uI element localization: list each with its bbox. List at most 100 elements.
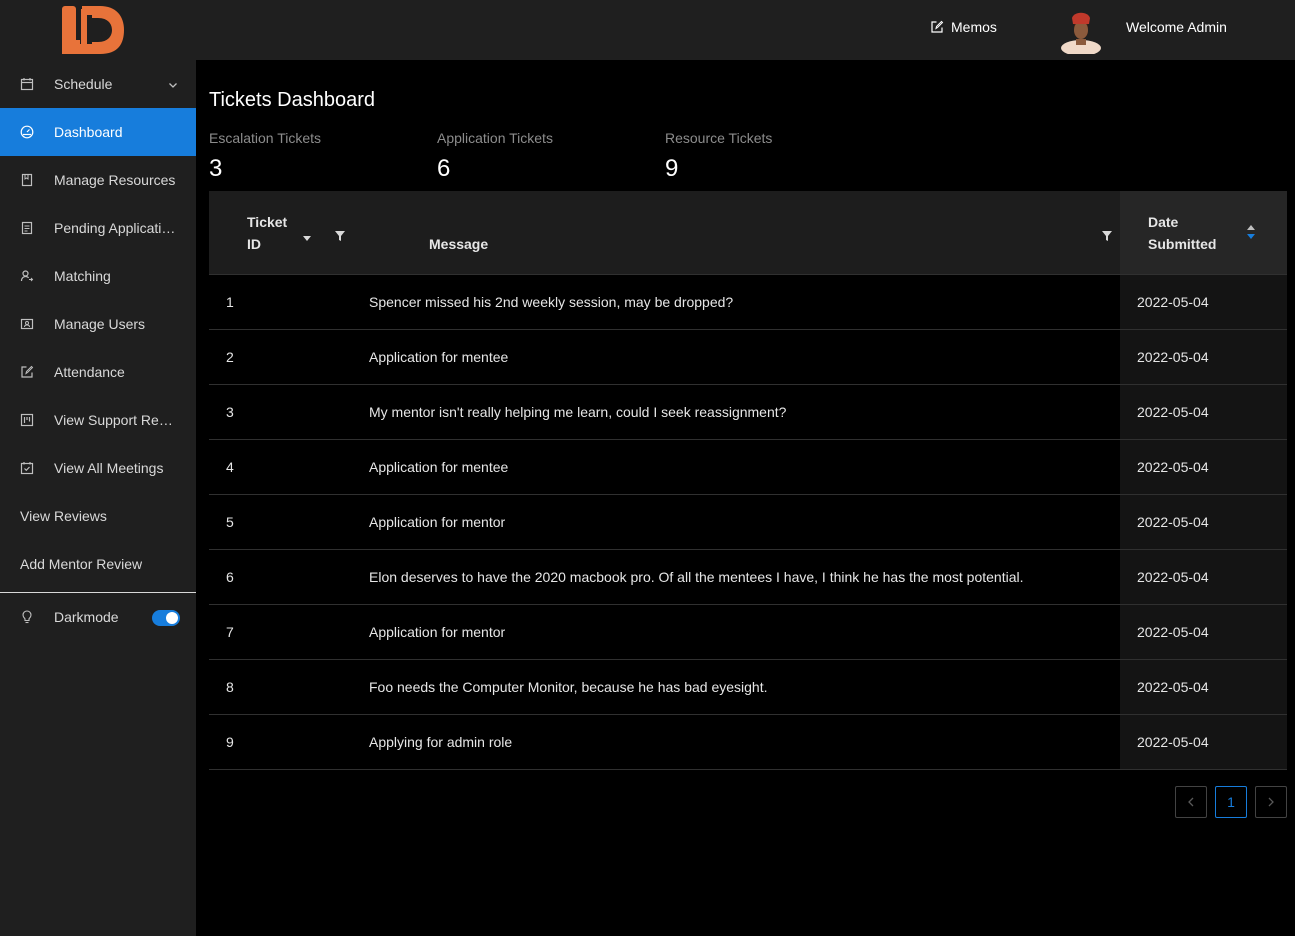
message-cell: Applying for admin role (369, 734, 513, 750)
sidebar-item-label: Manage Resources (54, 172, 176, 188)
bulb-icon (20, 610, 34, 624)
message-cell: Application for mentee (369, 349, 509, 365)
edit-icon (20, 365, 34, 379)
page-title: Tickets Dashboard (209, 89, 375, 111)
date-cell: 2022-05-04 (1137, 294, 1209, 310)
message-cell: Elon deserves to have the 2020 macbook p… (369, 569, 1024, 585)
table-row[interactable]: 6 Elon deserves to have the 2020 macbook … (209, 550, 1287, 605)
column-header-label: Date (1148, 214, 1179, 230)
ticket-id-cell: 9 (226, 734, 234, 750)
stat-escalation-tickets: Escalation Tickets 3 (209, 130, 321, 183)
sidebar-item-schedule[interactable]: Schedule (0, 60, 196, 108)
message-cell: My mentor isn't really helping me learn,… (369, 404, 787, 420)
darkmode-toggle[interactable] (152, 610, 180, 626)
column-header-ticket-id[interactable]: Ticket ID (247, 211, 287, 255)
date-cell: 2022-05-04 (1137, 349, 1209, 365)
darkmode-label: Darkmode (54, 609, 119, 625)
column-header-message[interactable]: Message (429, 233, 488, 255)
sidebar-item-attendance[interactable]: Attendance (0, 348, 196, 396)
date-cell: 2022-05-04 (1137, 459, 1209, 475)
column-header-date-submitted[interactable]: Date Submitted (1148, 211, 1216, 255)
sidebar-item-label: Add Mentor Review (20, 556, 143, 572)
table-row[interactable]: 9 Applying for admin role 2022-05-04 (209, 715, 1287, 770)
sort-icon[interactable] (1247, 225, 1255, 242)
sidebar-item-darkmode: Darkmode (0, 593, 196, 641)
edit-icon (930, 20, 944, 34)
sidebar-item-view-support-requests[interactable]: View Support Requests (0, 396, 196, 444)
carry-out-icon (20, 461, 34, 475)
avatar[interactable] (1060, 10, 1102, 54)
ticket-id-cell: 3 (226, 404, 234, 420)
stat-value: 6 (437, 155, 451, 182)
stat-label: Application Tickets (437, 130, 553, 146)
sidebar: Schedule Dashboard Manage Resources Pend… (0, 0, 196, 936)
stat-application-tickets: Application Tickets 6 (437, 130, 553, 183)
ticket-id-cell: 6 (226, 569, 234, 585)
memos-link[interactable]: Memos (930, 19, 997, 35)
chevron-right-icon (1267, 794, 1275, 810)
table-row[interactable]: 3 My mentor isn't really helping me learn… (209, 385, 1287, 440)
date-cell: 2022-05-04 (1137, 734, 1209, 750)
chevron-down-icon (168, 77, 178, 93)
app-logo[interactable] (60, 4, 126, 56)
caret-down-icon[interactable] (303, 229, 311, 245)
table-header: Ticket ID Message Date Submitted (209, 191, 1287, 275)
page-button-current[interactable]: 1 (1215, 786, 1247, 818)
sidebar-item-label: View All Meetings (54, 460, 164, 476)
stat-label: Escalation Tickets (209, 130, 322, 146)
sidebar-item-manage-users[interactable]: Manage Users (0, 300, 196, 348)
date-cell: 2022-05-04 (1137, 569, 1209, 585)
sidebar-item-label: Attendance (54, 364, 125, 380)
ticket-id-cell: 4 (226, 459, 234, 475)
sidebar-item-view-reviews[interactable]: View Reviews (0, 492, 196, 540)
date-cell: 2022-05-04 (1137, 514, 1209, 530)
sidebar-item-matching[interactable]: Matching (0, 252, 196, 300)
message-cell: Spencer missed his 2nd weekly session, m… (369, 294, 734, 310)
sidebar-item-view-all-meetings[interactable]: View All Meetings (0, 444, 196, 492)
column-header-label: ID (247, 236, 261, 252)
chevron-left-icon (1187, 794, 1195, 810)
prev-page-button[interactable] (1175, 786, 1207, 818)
column-header-label: Submitted (1148, 236, 1217, 252)
sidebar-item-label: Schedule (54, 76, 113, 92)
sidebar-item-label: View Reviews (20, 508, 107, 524)
stat-resource-tickets: Resource Tickets 9 (665, 130, 772, 183)
table-row[interactable]: 7 Application for mentor 2022-05-04 (209, 605, 1287, 660)
user-switch-icon (20, 269, 34, 283)
stat-value: 9 (665, 155, 679, 182)
table-row[interactable]: 8 Foo needs the Computer Monitor, because… (209, 660, 1287, 715)
tickets-table: Ticket ID Message Date Submitted 1 Spence… (209, 191, 1287, 770)
sidebar-item-manage-resources[interactable]: Manage Resources (0, 156, 196, 204)
file-icon (20, 221, 34, 235)
filter-icon[interactable] (335, 228, 345, 244)
table-row[interactable]: 1 Spencer missed his 2nd weekly session, … (209, 275, 1287, 330)
table-row[interactable]: 5 Application for mentor 2022-05-04 (209, 495, 1287, 550)
welcome-text: Welcome Admin (1126, 19, 1227, 35)
filter-icon[interactable] (1102, 228, 1112, 244)
table-row[interactable]: 4 Application for mentee 2022-05-04 (209, 440, 1287, 495)
table-row[interactable]: 2 Application for mentee 2022-05-04 (209, 330, 1287, 385)
message-cell: Application for mentor (369, 514, 506, 530)
sidebar-item-pending-applications[interactable]: Pending Applications (0, 204, 196, 252)
ticket-id-cell: 1 (226, 294, 234, 310)
idcard-icon (20, 317, 34, 331)
dashboard-icon (20, 125, 34, 139)
stat-label: Resource Tickets (665, 130, 773, 146)
ticket-id-cell: 8 (226, 679, 234, 695)
message-cell: Application for mentee (369, 459, 509, 475)
ticket-id-cell: 5 (226, 514, 234, 530)
sidebar-item-add-mentor-review[interactable]: Add Mentor Review (0, 540, 196, 588)
book-icon (20, 173, 34, 187)
stat-value: 3 (209, 155, 223, 182)
sidebar-item-dashboard[interactable]: Dashboard (0, 108, 196, 156)
message-cell: Application for mentor (369, 624, 506, 640)
next-page-button[interactable] (1255, 786, 1287, 818)
ticket-id-cell: 2 (226, 349, 234, 365)
top-header: Memos Welcome Admin (196, 0, 1295, 60)
sidebar-item-label: Dashboard (54, 124, 123, 140)
calendar-icon (20, 77, 34, 91)
sidebar-item-label: Matching (54, 268, 111, 284)
sidebar-item-label: Pending Applications (54, 220, 180, 236)
pagination: 1 (1175, 786, 1287, 818)
sidebar-nav: Schedule Dashboard Manage Resources Pend… (0, 60, 196, 641)
